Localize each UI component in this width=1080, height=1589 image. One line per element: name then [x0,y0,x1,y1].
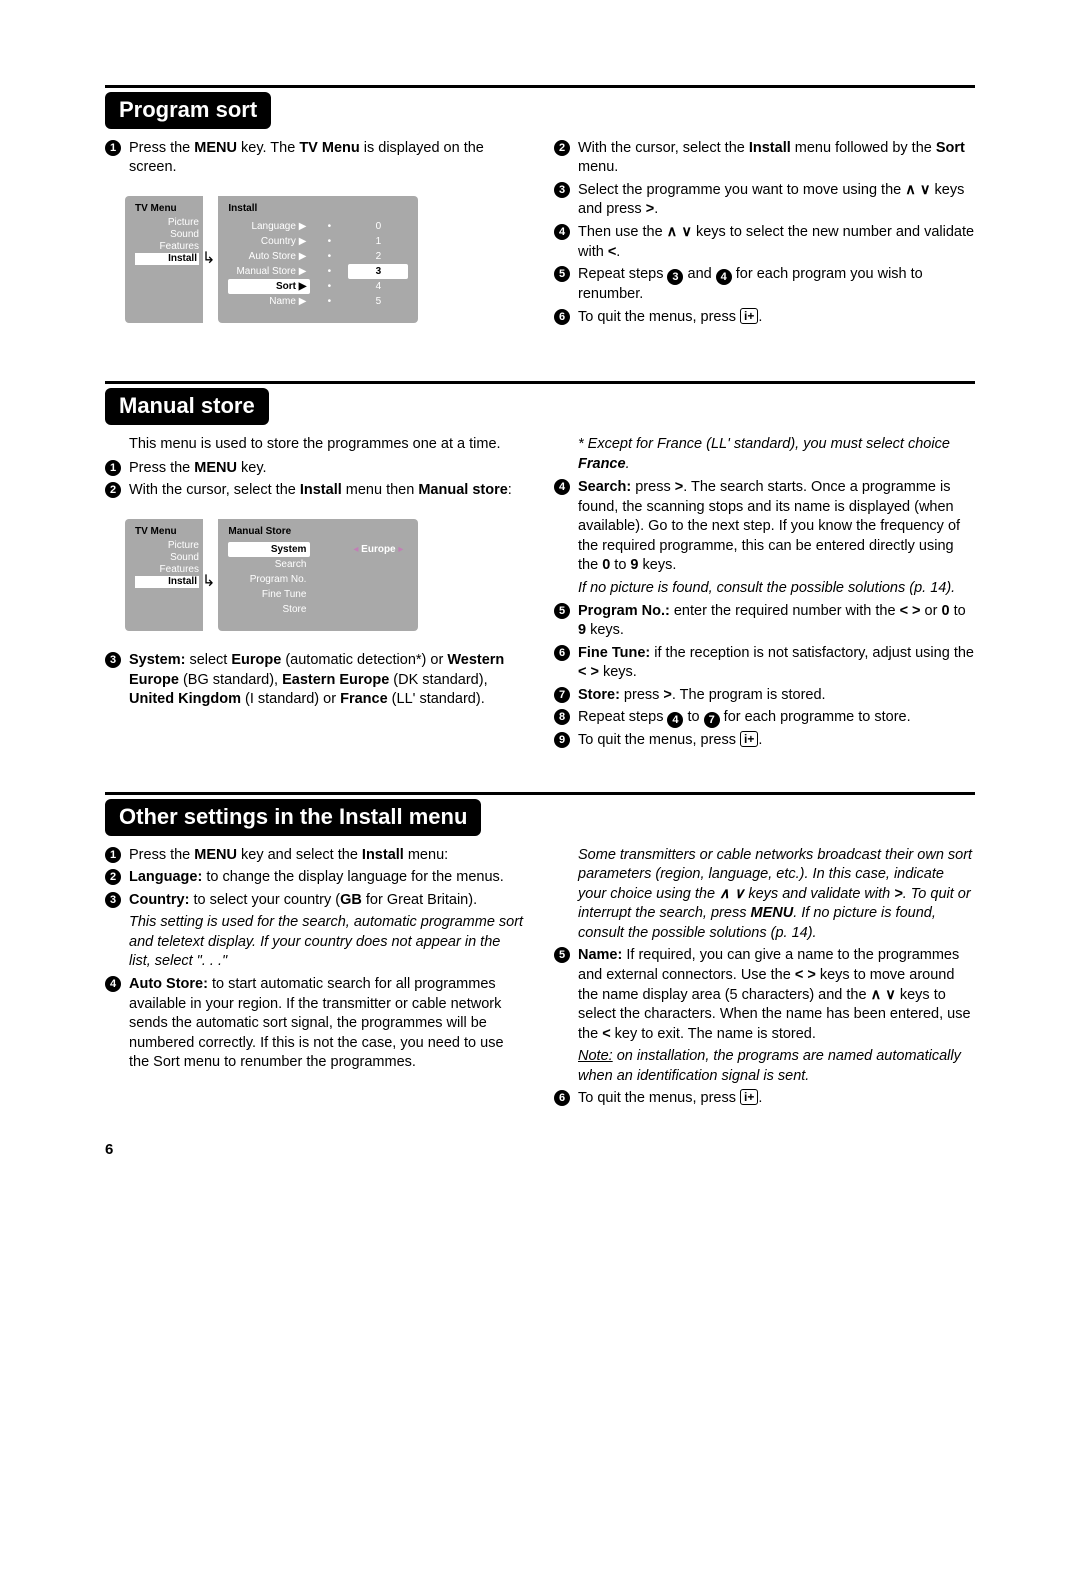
program-sort-right-steps: With the cursor, select the Install menu… [554,139,975,328]
step-item: Search: press >. The search starts. Once… [554,478,975,576]
manual-store-note: * Except for France (LL' standard), you … [554,435,975,474]
tv-menu-item: Sound [135,229,199,241]
osd-row: Program No. [228,572,408,587]
step-item: Select the programme you want to move us… [554,181,975,220]
manual-store-left-after: System: select Europe (automatic detecti… [105,651,526,710]
step-item: Then use the ∧ ∨ keys to select the new … [554,223,975,262]
step-item: Auto Store: to start automatic search fo… [105,975,526,1073]
osd-row: Store [228,602,408,617]
osd-install-sort: TV Menu PictureSoundFeaturesInstall ↳ In… [125,196,526,324]
step-item: To quit the menus, press i+. [554,1089,975,1109]
step-item: If no picture is found, consult the poss… [554,579,975,599]
step-item: Fine Tune: if the reception is not satis… [554,644,975,683]
osd-manual-store: TV Menu PictureSoundFeaturesInstall ↳ Ma… [125,519,526,632]
program-sort-left-steps: Press the MENU key. The TV Menu is displ… [105,139,526,178]
step-item: Press the MENU key. The TV Menu is displ… [105,139,526,178]
tv-menu-item: Sound [135,552,199,564]
step-item: Press the MENU key and select the Instal… [105,846,526,866]
section-heading-program-sort: Program sort [105,92,271,129]
osd-row: Auto Store ▶•2 [228,249,408,264]
manual-store-right-steps: Search: press >. The search starts. Once… [554,478,975,751]
tv-menu-item: Features [135,564,199,576]
step-item: Program No.: enter the required number w… [554,602,975,641]
tv-menu-item: Picture [135,540,199,552]
osd-row: System◂ Europe ▸ [228,542,408,557]
osd-row: Name ▶•5 [228,294,408,309]
step-item: Store: press >. The program is stored. [554,686,975,706]
step-item: Language: to change the display language… [105,868,526,888]
page-number: 6 [105,1140,975,1160]
step-item: Note: on installation, the programs are … [554,1047,975,1086]
tv-menu-item: Picture [135,217,199,229]
osd-row: Manual Store ▶•3 [228,264,408,279]
step-item: With the cursor, select the Install menu… [105,481,526,501]
tv-menu-item: Install [135,576,199,588]
tv-menu-item: Install [135,253,199,265]
osd-row: Language ▶•0 [228,219,408,234]
step-item: Country: to select your country (GB for … [105,891,526,911]
manual-store-left-before: Press the MENU key.With the cursor, sele… [105,459,526,501]
section-heading-manual-store: Manual store [105,388,269,425]
osd-row: Sort ▶•4 [228,279,408,294]
manual-store-intro: This menu is used to store the programme… [105,435,526,455]
step-item: To quit the menus, press i+. [554,308,975,328]
section-heading-other: Other settings in the Install menu [105,799,481,836]
step-item: Some transmitters or cable networks broa… [554,846,975,944]
step-item: Repeat steps 3 and 4 for each program yo… [554,265,975,305]
step-item: Repeat steps 4 to 7 for each programme t… [554,708,975,728]
step-item: To quit the menus, press i+. [554,731,975,751]
step-item: System: select Europe (automatic detecti… [105,651,526,710]
other-left-steps: Press the MENU key and select the Instal… [105,846,526,1073]
step-item: This setting is used for the search, aut… [105,913,526,972]
osd-row: Fine Tune [228,587,408,602]
step-item: With the cursor, select the Install menu… [554,139,975,178]
tv-menu-item: Features [135,241,199,253]
step-item: Press the MENU key. [105,459,526,479]
osd-row: Country ▶•1 [228,234,408,249]
step-item: Name: If required, you can give a name t… [554,946,975,1044]
other-right-steps: Some transmitters or cable networks broa… [554,846,975,1109]
osd-row: Search [228,557,408,572]
